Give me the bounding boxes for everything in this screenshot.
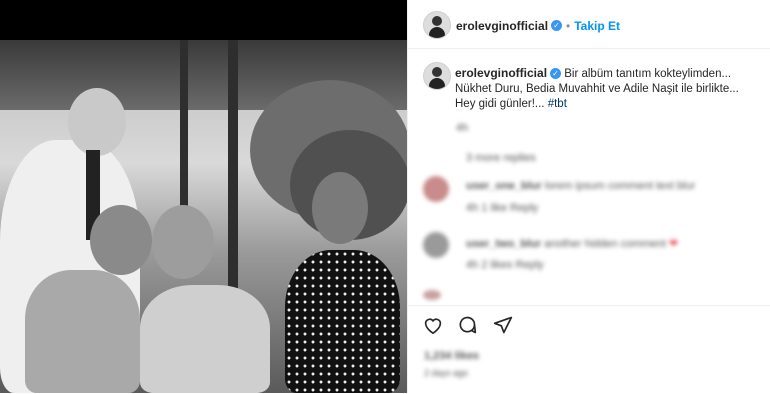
comment-meta: 4h 2 likes Reply: [466, 259, 544, 271]
caption-line2: Nükhet Duru, Bedia Muvahhit ve Adile Naş…: [455, 83, 739, 95]
heart-icon[interactable]: [422, 314, 444, 336]
header-user-row: erolevginofficial ✓ • Takip Et: [456, 17, 620, 35]
likes-count[interactable]: 1,234 likes: [424, 350, 479, 362]
header-username[interactable]: erolevginofficial: [456, 19, 548, 33]
load-more-replies[interactable]: 3 more replies: [466, 152, 536, 164]
separator: •: [566, 19, 571, 33]
person-woman-left: [25, 270, 140, 393]
caption-line1: Bir albüm tanıtım kokteylimden...: [564, 68, 732, 80]
post-header: erolevginofficial ✓ • Takip Et: [408, 0, 770, 49]
verified-icon: ✓: [551, 20, 563, 32]
person-woman-left-head: [90, 205, 152, 275]
comment-avatar[interactable]: [423, 176, 449, 202]
comment-text: another hidden comment: [544, 238, 666, 250]
post-photo[interactable]: [0, 0, 407, 393]
post-date: 2 days ago: [424, 368, 469, 378]
caption-line3: Hey gidi günler!...: [455, 98, 545, 110]
comment-username[interactable]: user_one_blur: [466, 180, 542, 192]
caption-time: 4h: [456, 122, 469, 134]
caption: erolevginofficial ✓ Bir albüm tanıtım kok…: [455, 66, 760, 112]
comment-avatar[interactable]: [423, 290, 441, 300]
follow-button[interactable]: Takip Et: [574, 19, 620, 33]
comment-meta: 4h 1 like Reply: [466, 202, 539, 214]
caption-avatar[interactable]: [423, 62, 451, 90]
comment-avatar[interactable]: [423, 232, 449, 258]
verified-icon: ✓: [550, 68, 562, 80]
share-icon[interactable]: [492, 314, 514, 336]
avatar[interactable]: [423, 11, 451, 39]
comment-username[interactable]: user_two_blur: [466, 238, 541, 250]
caption-username[interactable]: erolevginofficial: [455, 66, 547, 80]
pole: [228, 40, 238, 300]
person-man-head: [68, 88, 126, 156]
post-actions: 1,234 likes 2 days ago: [408, 305, 770, 394]
heart-emoji: ❤: [669, 238, 679, 250]
comment-text: lorem ipsum comment text blur: [544, 180, 696, 192]
person-woman-center: [140, 285, 270, 393]
hashtag-link[interactable]: #tbt: [548, 98, 567, 110]
post-side-panel: erolevginofficial ✓ • Takip Et erolevginoff…: [407, 0, 770, 393]
person-woman-right: [285, 250, 400, 393]
person-woman-center-head: [152, 205, 214, 279]
comment-item: user_one_blur lorem ipsum comment text b…: [466, 180, 695, 192]
instagram-post: erolevginofficial ✓ • Takip Et erolevginoff…: [0, 0, 770, 393]
person-woman-right-head: [312, 172, 368, 244]
comment-item: user_two_blur another hidden comment ❤: [466, 237, 678, 250]
comment-icon[interactable]: [456, 314, 478, 336]
photo-scene: [0, 40, 407, 393]
